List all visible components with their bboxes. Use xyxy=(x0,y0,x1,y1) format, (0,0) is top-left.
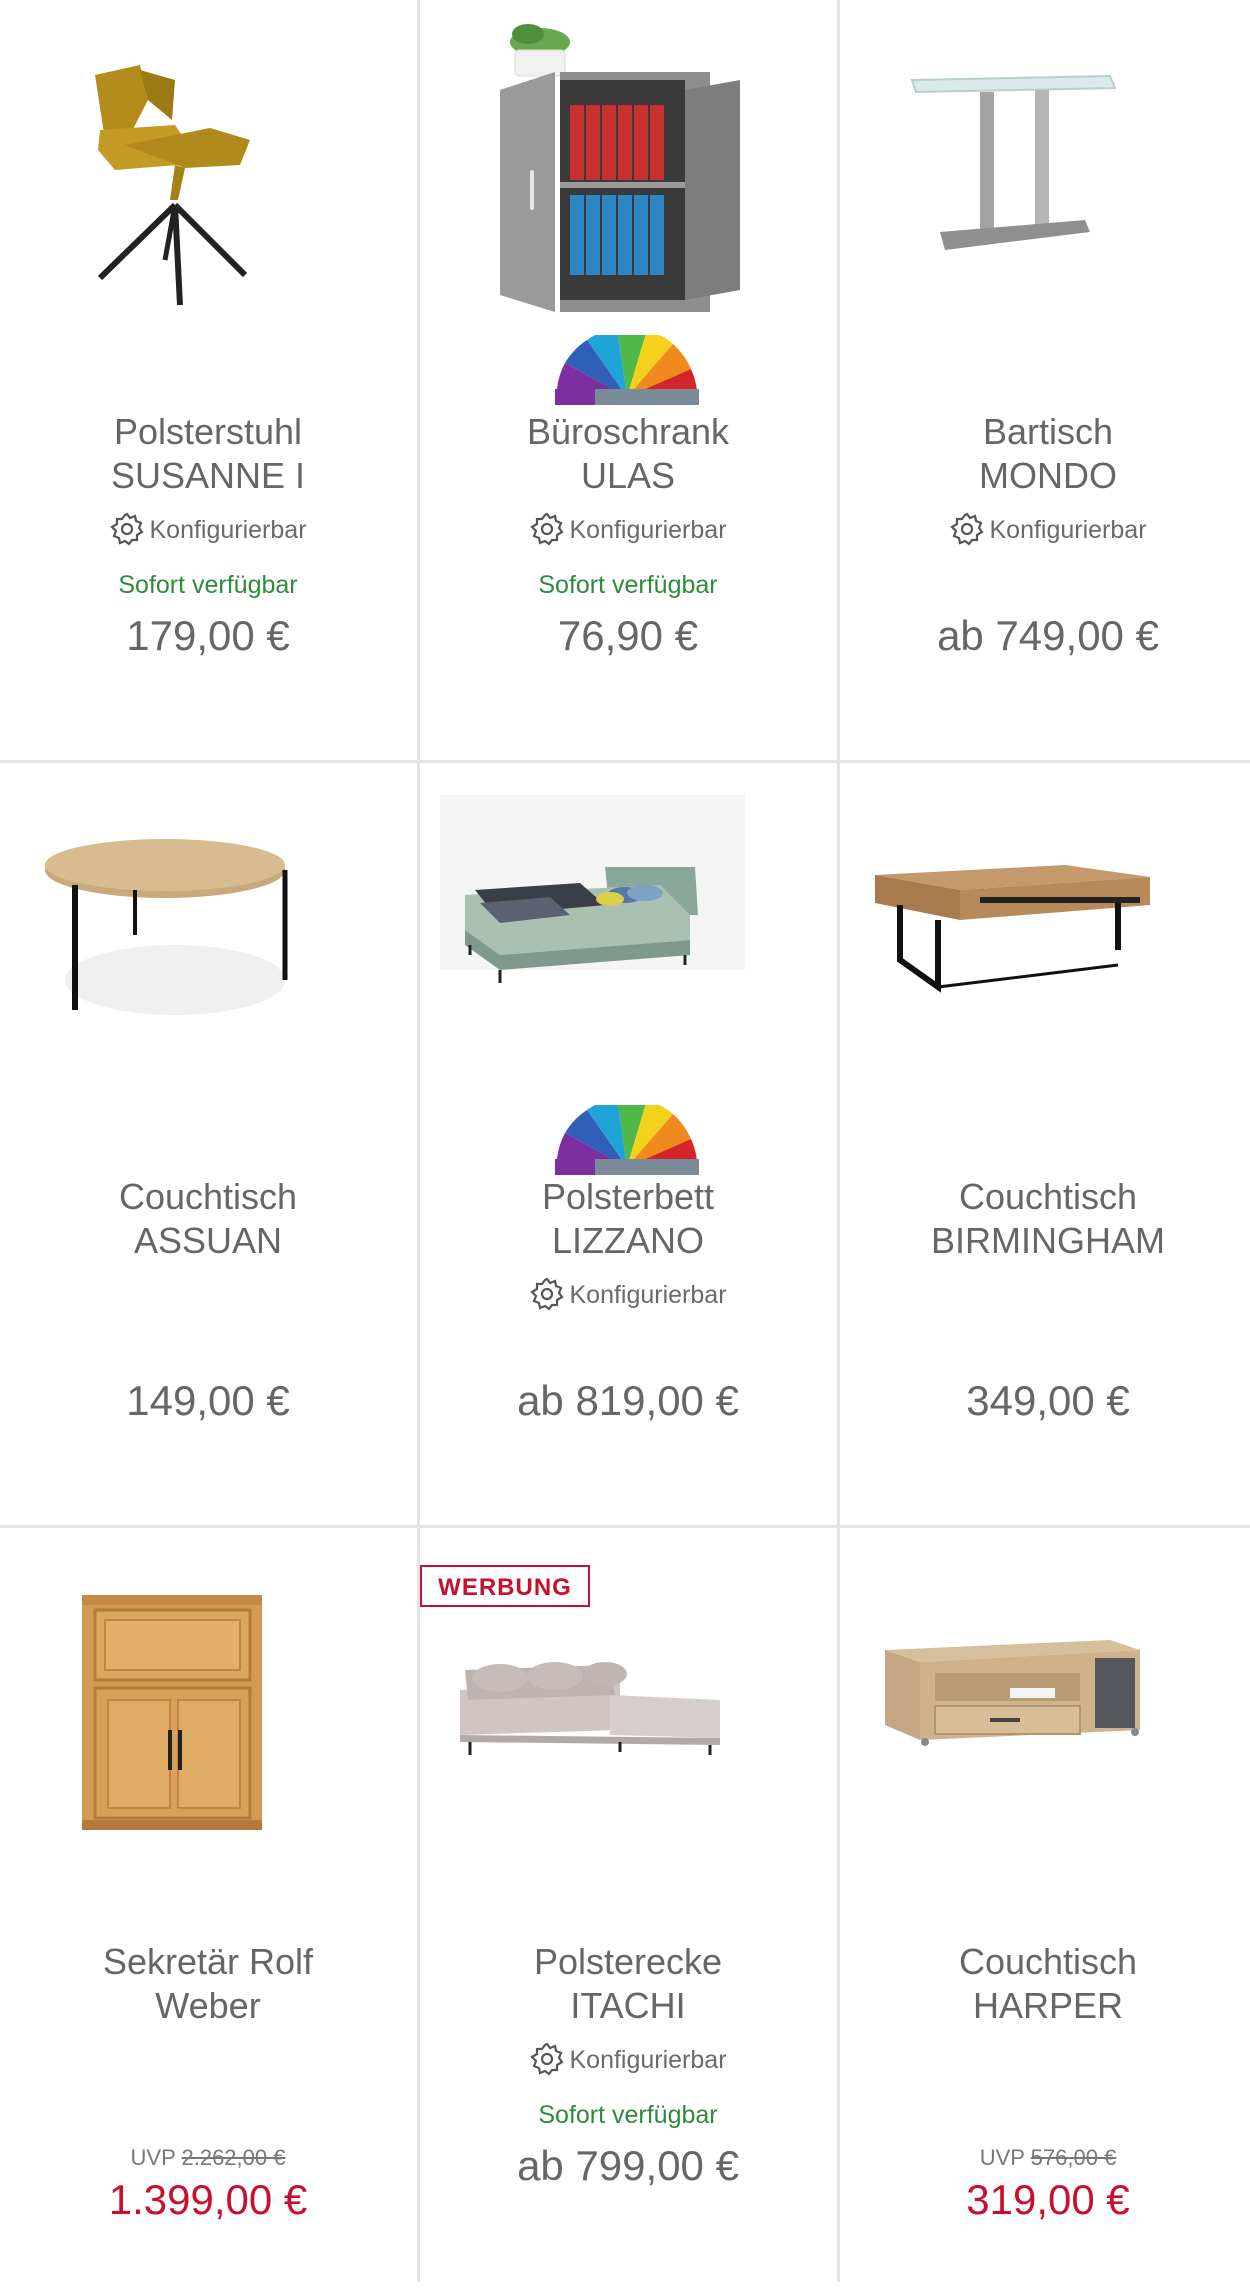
product-image[interactable] xyxy=(0,1530,416,1860)
product-image[interactable] xyxy=(420,765,836,1095)
product-card[interactable]: Couchtisch HARPER UVP 576,00 € 319,00 € xyxy=(840,1530,1250,2292)
product-title-line2: SUSANNE I xyxy=(110,455,306,496)
product-title[interactable]: Couchtisch ASSUAN xyxy=(0,1175,416,1263)
product-title-line1: Couchtisch xyxy=(958,1176,1138,1217)
configurable-note: Konfigurierbar xyxy=(420,2042,836,2077)
uvp-note: UVP 2.262,00 € xyxy=(0,2143,416,2173)
product-title-line1: Büroschrank xyxy=(526,411,730,452)
sale-price: 1.399,00 € xyxy=(108,2176,308,2223)
price: ab 799,00 € xyxy=(517,2142,739,2189)
product-image[interactable] xyxy=(840,1530,1250,1860)
gear-icon xyxy=(950,512,985,546)
product-title[interactable]: Couchtisch BIRMINGHAM xyxy=(840,1175,1250,1263)
price: 149,00 € xyxy=(126,1377,290,1424)
product-title[interactable]: Polsterbett LIZZANO xyxy=(420,1175,836,1263)
configurable-note: Konfigurierbar xyxy=(840,512,1250,547)
product-title[interactable]: Sekretär Rolf Weber xyxy=(0,1940,416,2028)
product-title[interactable]: Bartisch MONDO xyxy=(840,410,1250,498)
product-card[interactable]: Polsterecke ITACHI Konfigurierbar Sofort… xyxy=(420,1530,836,2292)
product-title[interactable]: Polsterstuhl SUSANNE I xyxy=(0,410,416,498)
price: ab 749,00 € xyxy=(937,612,1159,659)
product-card[interactable]: Couchtisch BIRMINGHAM 349,00 € xyxy=(840,765,1250,1527)
configurable-note: Konfigurierbar xyxy=(420,1277,836,1312)
uvp-label: UVP xyxy=(979,2145,1025,2170)
product-title[interactable]: Couchtisch HARPER xyxy=(840,1940,1250,2028)
product-title-line2: MONDO xyxy=(979,455,1117,496)
configurable-label: Konfigurierbar xyxy=(149,516,307,544)
product-title-line1: Couchtisch xyxy=(118,1176,298,1217)
availability: Sofort verfügbar xyxy=(538,571,718,599)
configurable-note: Konfigurierbar xyxy=(420,512,836,547)
uvp-label: UVP xyxy=(130,2145,176,2170)
product-image[interactable] xyxy=(420,0,836,330)
price: 76,90 € xyxy=(557,612,699,659)
product-image[interactable] xyxy=(0,0,416,330)
product-title-line2: ITACHI xyxy=(570,1985,686,2026)
product-grid: Polsterstuhl SUSANNE I Konfigurierbar So… xyxy=(0,0,1250,2282)
product-title-line1: Couchtisch xyxy=(958,1941,1138,1982)
color-fan-icon xyxy=(555,1105,699,1175)
price: ab 819,00 € xyxy=(517,1377,739,1424)
product-card[interactable]: Polsterstuhl SUSANNE I Konfigurierbar So… xyxy=(0,0,416,762)
availability: Sofort verfügbar xyxy=(118,571,298,599)
product-card[interactable]: Couchtisch ASSUAN 149,00 € xyxy=(0,765,416,1527)
sale-price: 319,00 € xyxy=(966,2176,1130,2223)
gear-icon xyxy=(530,2042,565,2076)
price: 179,00 € xyxy=(126,612,290,659)
advertisement-badge: WERBUNG xyxy=(420,1565,590,1607)
product-title-line1: Polsterecke xyxy=(533,1941,723,1982)
product-image[interactable] xyxy=(840,0,1250,330)
configurable-label: Konfigurierbar xyxy=(569,1281,727,1309)
product-title-line2: Weber xyxy=(155,1985,261,2026)
product-title-line2: LIZZANO xyxy=(551,1220,704,1261)
product-title[interactable]: Polsterecke ITACHI xyxy=(420,1940,836,2028)
product-title-line2: BIRMINGHAM xyxy=(931,1220,1165,1261)
product-image[interactable] xyxy=(0,765,416,1095)
gear-icon xyxy=(110,512,145,546)
uvp-old-price: 2.262,00 € xyxy=(181,2145,286,2170)
product-title-line2: HARPER xyxy=(972,1985,1124,2026)
product-card[interactable]: Polsterbett LIZZANO Konfigurierbar ab 81… xyxy=(420,765,836,1527)
product-title-line1: Sekretär Rolf xyxy=(102,1941,314,1982)
product-card[interactable]: Sekretär Rolf Weber UVP 2.262,00 € 1.399… xyxy=(0,1530,416,2292)
color-fan-icon xyxy=(555,335,699,405)
product-title-line1: Polsterbett xyxy=(541,1176,715,1217)
uvp-old-price: 576,00 € xyxy=(1030,2145,1117,2170)
product-image[interactable] xyxy=(840,765,1250,1095)
uvp-note: UVP 576,00 € xyxy=(840,2143,1250,2173)
gear-icon xyxy=(530,1277,565,1311)
availability: Sofort verfügbar xyxy=(538,2101,718,2129)
configurable-label: Konfigurierbar xyxy=(569,2046,727,2074)
configurable-label: Konfigurierbar xyxy=(989,516,1147,544)
product-title[interactable]: Büroschrank ULAS xyxy=(420,410,836,498)
product-title-line2: ULAS xyxy=(580,455,676,496)
configurable-label: Konfigurierbar xyxy=(569,516,727,544)
product-title-line2: ASSUAN xyxy=(133,1220,283,1261)
price: 349,00 € xyxy=(966,1377,1130,1424)
product-card[interactable]: Bartisch MONDO Konfigurierbar ab 749,00 … xyxy=(840,0,1250,762)
product-card[interactable]: Büroschrank ULAS Konfigurierbar Sofort v… xyxy=(420,0,836,762)
product-title-line1: Polsterstuhl xyxy=(113,411,303,452)
configurable-note: Konfigurierbar xyxy=(0,512,416,547)
product-title-line1: Bartisch xyxy=(982,411,1114,452)
gear-icon xyxy=(530,512,565,546)
